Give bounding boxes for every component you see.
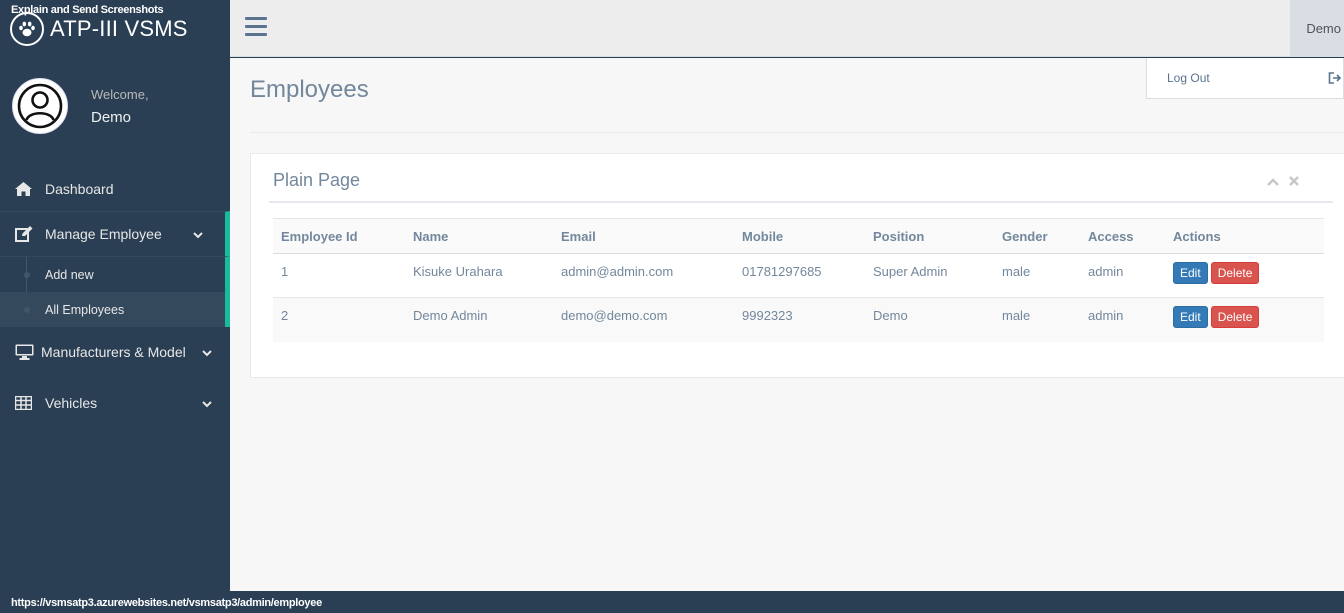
brand-link[interactable]: ATP-III VSMS — [10, 12, 188, 46]
cell-email: demo@demo.com — [553, 297, 734, 342]
column-header: Access — [1080, 218, 1165, 254]
sidebar-item-label: Manufacturers & Model — [41, 344, 186, 360]
submenu-item-all-employees[interactable]: All Employees — [0, 292, 225, 327]
sidebar: ATP-III VSMS Welcome, Demo Dashboard Man… — [0, 0, 230, 591]
cell-id: 2 — [273, 297, 405, 342]
column-header: Position — [865, 218, 994, 254]
sidebar-item-label: Dashboard — [45, 181, 114, 197]
hamburger-icon[interactable] — [245, 17, 267, 41]
table-row: 1 Kisuke Urahara admin@admin.com 0178129… — [273, 253, 1324, 298]
edit-button[interactable]: Edit — [1173, 262, 1208, 284]
cell-name: Demo Admin — [405, 297, 553, 342]
cell-position: Demo — [865, 297, 994, 342]
logout-link[interactable]: Log Out — [1167, 71, 1210, 85]
delete-button[interactable]: Delete — [1210, 262, 1260, 284]
cell-gender: male — [994, 297, 1080, 342]
cell-access: admin — [1080, 297, 1165, 342]
sign-out-icon[interactable] — [1328, 71, 1342, 89]
sidebar-item-vehicles[interactable]: Vehicles — [0, 377, 230, 429]
panel: Plain Page Employee Id Name Email Mobile… — [250, 153, 1344, 378]
profile-name: Demo — [91, 108, 132, 126]
cell-id: 1 — [273, 253, 405, 298]
home-icon — [15, 182, 37, 196]
table-header-row: Employee Id Name Email Mobile Position G… — [273, 218, 1324, 254]
cell-actions: Edit Delete — [1165, 253, 1324, 298]
desktop-icon — [15, 344, 37, 360]
brand-title: ATP-III VSMS — [50, 16, 188, 41]
table-icon — [15, 396, 37, 410]
user-dropdown: Log Out — [1146, 58, 1344, 99]
chevron-down-icon — [202, 344, 212, 360]
sidebar-item-label: Vehicles — [45, 395, 98, 411]
edit-button[interactable]: Edit — [1173, 306, 1208, 328]
table-row: 2 Demo Admin demo@demo.com 9992323 Demo … — [273, 297, 1324, 342]
employee-submenu: Add new All Employees — [0, 257, 230, 327]
chevron-down-icon — [193, 226, 203, 242]
column-header: Employee Id — [273, 218, 405, 254]
divider — [250, 132, 1344, 133]
column-header: Name — [405, 218, 553, 254]
sidebar-item-label: Manage Employee — [45, 226, 162, 242]
sidebar-menu: Dashboard Manage Employee Add new All Em… — [0, 167, 230, 429]
paw-icon — [10, 12, 44, 46]
avatar — [12, 78, 68, 134]
sidebar-item-manage-employee[interactable]: Manage Employee — [0, 211, 230, 257]
submenu-label: Add new — [45, 267, 94, 282]
submenu-label: All Employees — [45, 302, 125, 317]
cell-mobile: 9992323 — [734, 297, 865, 342]
cell-actions: Edit Delete — [1165, 297, 1324, 342]
status-url: https://vsmsatp3.azurewebsites.net/vsmsa… — [11, 597, 322, 609]
user-avatar-icon — [17, 83, 63, 129]
chevron-up-icon[interactable] — [1267, 173, 1279, 191]
chevron-down-icon — [202, 395, 212, 411]
cell-position: Super Admin — [865, 253, 994, 298]
close-icon[interactable] — [1289, 173, 1299, 191]
panel-tools — [1267, 173, 1299, 191]
column-header: Mobile — [734, 218, 865, 254]
column-header: Gender — [994, 218, 1080, 254]
delete-button[interactable]: Delete — [1210, 306, 1260, 328]
column-header: Actions — [1165, 218, 1324, 254]
cell-mobile: 01781297685 — [734, 253, 865, 298]
cell-name: Kisuke Urahara — [405, 253, 553, 298]
cell-access: admin — [1080, 253, 1165, 298]
submenu-item-add-new[interactable]: Add new — [0, 257, 225, 292]
sidebar-item-manufacturers[interactable]: Manufacturers & Model — [0, 327, 230, 377]
page-title: Employees — [250, 76, 369, 103]
welcome-label: Welcome, — [91, 86, 149, 102]
overlay-caption: Explain and Send Screenshots — [11, 4, 164, 16]
cell-gender: male — [994, 253, 1080, 298]
column-header: Email — [553, 218, 734, 254]
divider — [269, 201, 1333, 203]
sidebar-item-dashboard[interactable]: Dashboard — [0, 167, 230, 211]
main-content: Employees Plain Page Employee Id Name Em… — [230, 58, 1344, 591]
profile: Welcome, Demo — [12, 78, 149, 134]
cell-email: admin@admin.com — [553, 253, 734, 298]
panel-title: Plain Page — [273, 170, 361, 190]
top-nav: Demo — [230, 0, 1344, 57]
user-name: Demo — [1306, 21, 1341, 36]
edit-icon — [15, 226, 37, 242]
user-menu-toggle[interactable]: Demo — [1290, 0, 1344, 57]
employee-table: Employee Id Name Email Mobile Position G… — [273, 218, 1324, 342]
